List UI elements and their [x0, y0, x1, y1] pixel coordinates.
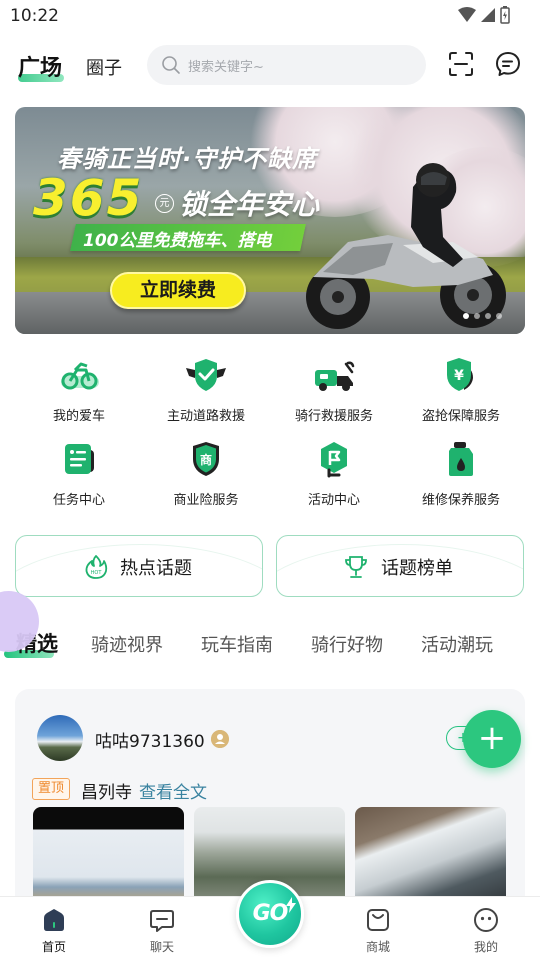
grid-label: 任务中心: [52, 493, 105, 508]
banner-price-unit: 元: [155, 194, 174, 213]
nav-shop[interactable]: 商城: [348, 907, 408, 955]
grid-item-theft-protection[interactable]: ¥ 盗抢保障服务: [397, 356, 525, 424]
banner-price: 365: [33, 169, 144, 227]
promo-banner[interactable]: 春骑正当时·守护不缺席 365 元 锁全年安心 100公里免费拖车、搭电 立即续…: [15, 107, 525, 334]
grid-item-road-rescue[interactable]: 主动道路救援: [142, 356, 270, 424]
trophy-icon: [345, 556, 367, 578]
banner-dot[interactable]: [474, 313, 480, 319]
message-icon[interactable]: [494, 50, 522, 78]
search-input[interactable]: 搜索关键字~: [147, 45, 426, 85]
post-image[interactable]: [355, 807, 506, 907]
hot-flame-icon: HOT: [85, 555, 108, 579]
grid-item-commercial-insurance[interactable]: 商 商业险服务: [142, 440, 270, 508]
post-title[interactable]: 昌列寺: [81, 778, 132, 803]
read-full-text-link[interactable]: 查看全文: [139, 778, 207, 803]
shang-shield-icon: 商: [193, 442, 219, 476]
motorcycle-rider-image: [306, 163, 506, 329]
top-header: 广场 圈子 搜索关键字~: [0, 42, 540, 88]
category-tabs: 精选 骑迹视界 玩车指南 骑行好物 活动潮玩: [0, 620, 540, 666]
svg-text:商: 商: [200, 452, 212, 467]
search-icon: [162, 56, 180, 74]
motorbike-icon: [61, 362, 99, 390]
app-screen: 10:22 广场 圈子 搜索关键字~ 春骑正当时·守护不缺席 365 元 锁全年…: [0, 0, 540, 960]
grid-label: 我的爱车: [52, 409, 105, 424]
wifi-icon: [458, 7, 476, 22]
post-image[interactable]: [33, 807, 184, 907]
yen-shield-icon: ¥: [447, 358, 473, 391]
status-icons: [458, 6, 510, 24]
hot-topics-label: 热点话题: [120, 558, 192, 579]
nav-label: 商城: [365, 940, 390, 954]
banner-ribbon-text: 100公里免费拖车、搭电: [83, 231, 272, 251]
nav-profile[interactable]: 我的: [456, 907, 516, 955]
shield-wings-icon: [186, 359, 226, 391]
tab-riding-goods[interactable]: 骑行好物: [311, 631, 383, 657]
topic-ranking-card[interactable]: 话题榜单: [276, 535, 524, 597]
renew-now-button[interactable]: 立即续费: [110, 272, 246, 309]
banner-headline: 锁全年安心: [179, 188, 320, 221]
home-icon: [44, 909, 64, 931]
user-badge-icon: [211, 730, 229, 748]
grid-item-my-bike[interactable]: 我的爱车: [15, 356, 143, 424]
grid-label: 盗抢保障服务: [421, 409, 500, 424]
nav-label: 聊天: [149, 940, 174, 954]
profile-face-icon: [474, 908, 498, 932]
status-bar: 10:22: [0, 0, 540, 32]
tab-ride-vision[interactable]: 骑迹视界: [91, 631, 163, 657]
avatar[interactable]: [37, 715, 83, 761]
hot-topics-card[interactable]: HOT 热点话题: [15, 535, 263, 597]
oil-can-icon: [449, 442, 473, 476]
banner-dot[interactable]: [485, 313, 491, 319]
tab-plaza[interactable]: 广场: [18, 50, 62, 82]
banner-dot[interactable]: [463, 313, 469, 319]
nav-home[interactable]: 首页: [24, 907, 84, 955]
battery-icon: [500, 6, 510, 24]
grid-label: 商业险服务: [173, 493, 239, 508]
post-username[interactable]: 咕咕9731360: [95, 727, 205, 752]
task-card-icon: [65, 444, 94, 474]
tab-circle[interactable]: 圈子: [86, 54, 122, 80]
grid-label: 活动中心: [307, 493, 360, 508]
topic-ranking-label: 话题榜单: [381, 558, 453, 579]
grid-label: 维修保养服务: [421, 493, 500, 508]
go-button[interactable]: GO: [236, 880, 304, 948]
tab-activities[interactable]: 活动潮玩: [421, 631, 493, 657]
flag-icon: [321, 442, 347, 478]
grid-item-task-center[interactable]: 任务中心: [15, 440, 143, 508]
tab-car-guide[interactable]: 玩车指南: [201, 631, 273, 657]
signal-icon: [481, 8, 495, 22]
grid-item-activity-center[interactable]: 活动中心: [270, 440, 398, 508]
svg-text:¥: ¥: [454, 368, 464, 384]
grid-item-maintenance[interactable]: 维修保养服务: [397, 440, 525, 508]
go-lightning-icon: [286, 897, 296, 913]
chat-icon: [150, 910, 174, 932]
scan-icon[interactable]: [447, 50, 475, 78]
banner-dot[interactable]: [496, 313, 502, 319]
tow-truck-icon: [315, 361, 355, 391]
pinned-tag: 置顶: [32, 778, 71, 800]
search-placeholder: 搜索关键字~: [188, 60, 264, 75]
nav-label: 我的: [473, 940, 498, 954]
grid-item-riding-rescue[interactable]: 骑行救援服务: [270, 356, 398, 424]
create-post-button[interactable]: +: [463, 710, 521, 768]
shop-bag-icon: [367, 909, 389, 931]
nav-chat[interactable]: 聊天: [132, 907, 192, 955]
grid-label: 主动道路救援: [166, 409, 245, 424]
banner-pagination: [463, 313, 502, 319]
status-time: 10:22: [10, 6, 59, 26]
grid-label: 骑行救援服务: [294, 409, 373, 424]
nav-label: 首页: [41, 940, 66, 954]
svg-text:HOT: HOT: [91, 570, 103, 576]
